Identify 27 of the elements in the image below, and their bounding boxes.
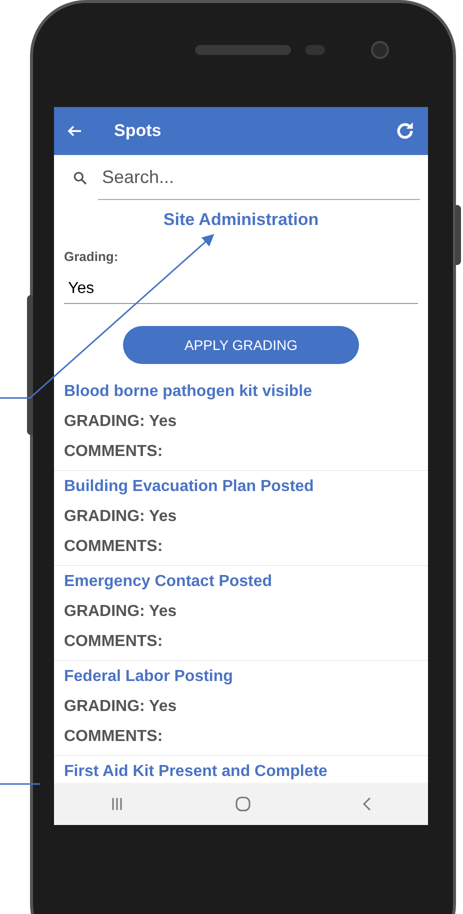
home-icon[interactable] (234, 796, 251, 812)
back-icon[interactable] (362, 797, 372, 811)
refresh-button[interactable] (394, 120, 416, 142)
item-grading: GRADING: Yes (64, 697, 178, 717)
refresh-icon (394, 120, 416, 142)
grading-field[interactable]: Yes (64, 274, 418, 304)
item-title[interactable]: Blood borne pathogen kit visible (64, 380, 418, 404)
item-comments: COMMENTS: (64, 632, 164, 652)
item-comments: COMMENTS: (64, 442, 164, 462)
apply-grading-button[interactable]: APPLY GRADING (123, 326, 359, 364)
grading-label: Grading: (64, 248, 120, 266)
app-bar-title: Spots (114, 120, 162, 142)
search-icon (72, 170, 88, 186)
item-comments: COMMENTS: (64, 537, 164, 557)
item-grading: GRADING: Yes (64, 602, 178, 622)
section-title: Site Administration (163, 209, 319, 231)
item-title[interactable]: Federal Labor Posting (64, 665, 418, 689)
leader-line (0, 783, 40, 785)
item-title[interactable]: Emergency Contact Posted (64, 570, 418, 594)
search-field[interactable]: Search... (98, 156, 420, 200)
item-grading: GRADING: Yes (64, 507, 178, 527)
item-grading: GRADING: Yes (64, 412, 178, 432)
item-title[interactable]: First Aid Kit Present and Complete (64, 760, 418, 783)
recent-apps-icon[interactable] (110, 797, 124, 811)
item-title[interactable]: Building Evacuation Plan Posted (64, 475, 418, 499)
item-comments: COMMENTS: (64, 727, 164, 747)
camera-lens (371, 41, 389, 59)
